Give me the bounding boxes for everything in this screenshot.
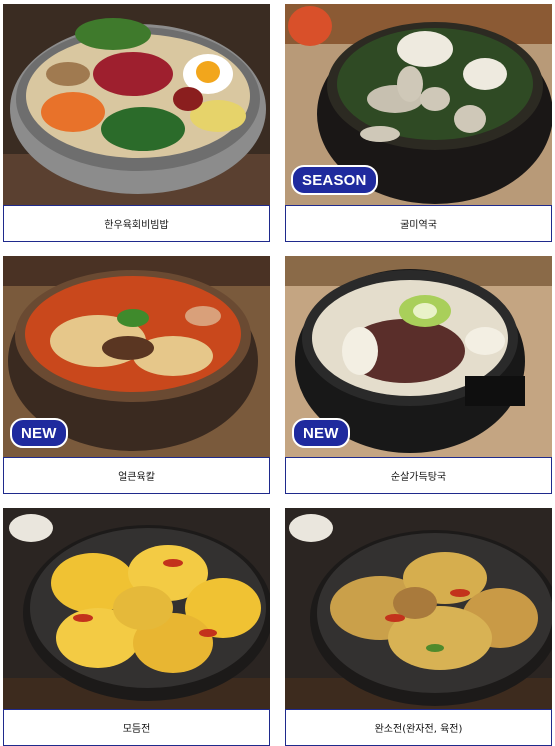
menu-item-name[interactable]: 굴미역국 xyxy=(285,205,552,242)
menu-card[interactable]: SEASON 굴미역국 xyxy=(285,4,552,242)
menu-card[interactable]: NEW 순살가득탕국 xyxy=(285,256,552,494)
badge-new: NEW xyxy=(292,418,350,448)
badge-season: SEASON xyxy=(291,165,378,195)
dish-photo[interactable] xyxy=(3,4,270,205)
menu-item-name[interactable]: 순살가득탕국 xyxy=(285,457,552,494)
dish-photo[interactable] xyxy=(3,508,270,709)
menu-item-name[interactable]: 한우육회비빔밥 xyxy=(3,205,270,242)
dish-photo[interactable] xyxy=(285,508,552,709)
badge-new: NEW xyxy=(10,418,68,448)
menu-item-name[interactable]: 모듬전 xyxy=(3,709,270,746)
menu-card[interactable]: 모듬전 xyxy=(3,508,270,746)
menu-item-name[interactable]: 완소전(완자전, 육전) xyxy=(285,709,552,746)
menu-item-name[interactable]: 얼큰육칼 xyxy=(3,457,270,494)
menu-card[interactable]: NEW 얼큰육칼 xyxy=(3,256,270,494)
menu-card[interactable]: 한우육회비빔밥 xyxy=(3,4,270,242)
menu-card[interactable]: 완소전(완자전, 육전) xyxy=(285,508,552,746)
